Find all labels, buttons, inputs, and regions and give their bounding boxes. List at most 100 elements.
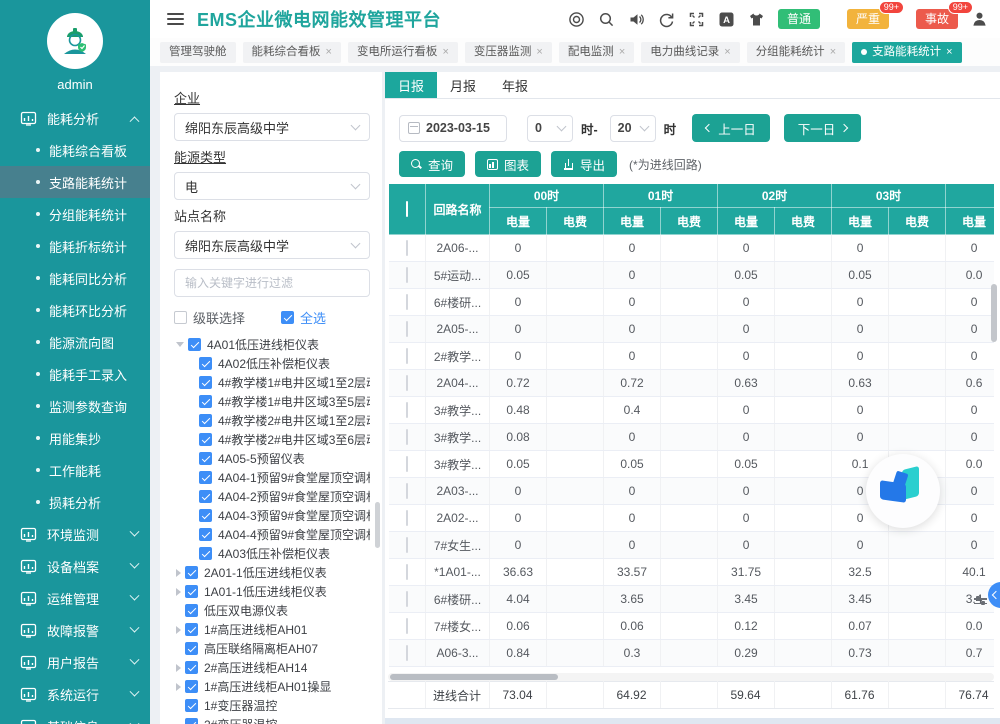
tree-caret-icon[interactable] (176, 664, 181, 672)
close-icon[interactable]: × (830, 42, 836, 63)
row-checkbox[interactable] (406, 564, 408, 580)
report-tab-1[interactable]: 月报 (437, 72, 489, 98)
tree-checkbox[interactable] (185, 566, 198, 579)
tree-node-17[interactable]: 2#高压进线柜AH14 (174, 658, 370, 677)
sidebar-subitem-0-6[interactable]: 能源流向图 (0, 326, 150, 358)
tree-node-5[interactable]: 4#教学楼2#电井区域3至6层动力仪表 (174, 430, 370, 449)
sidebar-subitem-0-0[interactable]: 能耗综合看板 (0, 134, 150, 166)
export-button[interactable]: 导出 (551, 151, 617, 177)
tree-checkbox[interactable] (199, 357, 212, 370)
sidebar-subitem-0-4[interactable]: 能耗同比分析 (0, 262, 150, 294)
tree-caret-icon[interactable] (176, 683, 181, 691)
window-tab-5[interactable]: 电力曲线记录× (641, 42, 739, 63)
tree-checkbox[interactable] (199, 528, 212, 541)
tree-node-8[interactable]: 4A04-2预留9#食堂屋顶空调机组仪表 (174, 487, 370, 506)
tree-checkbox[interactable] (188, 338, 201, 351)
tree-checkbox[interactable] (185, 642, 198, 655)
row-checkbox[interactable] (406, 510, 408, 526)
theme-icon[interactable] (568, 11, 585, 28)
sidebar-subitem-0-5[interactable]: 能耗环比分析 (0, 294, 150, 326)
date-picker[interactable]: 2023-03-15 (399, 115, 507, 142)
row-checkbox[interactable] (406, 456, 408, 472)
alarm-badge-accident[interactable]: 事故99+ (916, 9, 958, 29)
site-select[interactable]: 绵阳东辰高级中学 (174, 231, 370, 259)
column-adjust-icon[interactable] (974, 595, 987, 608)
volume-icon[interactable] (628, 11, 645, 28)
tree-node-1[interactable]: 4A02低压补偿柜仪表 (174, 354, 370, 373)
select-all-checkbox[interactable] (281, 311, 294, 324)
tree-node-16[interactable]: 高压联络隔离柜AH07 (174, 639, 370, 658)
sidebar-item-0[interactable]: 能耗分析 (0, 102, 150, 134)
tree-caret-icon[interactable] (176, 342, 184, 347)
hour-to-select[interactable]: 20 (610, 115, 656, 142)
tree-checkbox[interactable] (199, 395, 212, 408)
row-checkbox[interactable] (406, 294, 408, 310)
energy-type-select[interactable]: 电 (174, 172, 370, 200)
report-tab-2[interactable]: 年报 (489, 72, 541, 98)
tree-checkbox[interactable] (199, 547, 212, 560)
tree-node-15[interactable]: 1#高压进线柜AH01 (174, 620, 370, 639)
sidebar-item-2[interactable]: 设备档案 (0, 550, 150, 582)
tree-node-13[interactable]: 1A01-1低压进线柜仪表 (174, 582, 370, 601)
row-checkbox[interactable] (406, 402, 408, 418)
tree-checkbox[interactable] (199, 471, 212, 484)
tree-checkbox[interactable] (185, 718, 198, 724)
tree-checkbox[interactable] (185, 699, 198, 712)
fullscreen-icon[interactable] (688, 11, 705, 28)
chart-button[interactable]: 图表 (475, 151, 541, 177)
tree-node-19[interactable]: 1#变压器温控 (174, 696, 370, 715)
tree-node-18[interactable]: 1#高压进线柜AH01操显 (174, 677, 370, 696)
header-checkbox[interactable] (406, 201, 408, 217)
tree-node-4[interactable]: 4#教学楼2#电井区域1至2层动力仪表 (174, 411, 370, 430)
tree-checkbox[interactable] (185, 585, 198, 598)
tree-checkbox[interactable] (199, 376, 212, 389)
window-tab-3[interactable]: 变压器监测× (465, 42, 552, 63)
tree-node-9[interactable]: 4A04-3预留9#食堂屋顶空调机组仪表 (174, 506, 370, 525)
sidebar-item-7[interactable]: 基础信息 (0, 710, 150, 724)
filter-scrollbar[interactable] (375, 502, 380, 548)
todesk-floating-logo[interactable] (866, 454, 940, 528)
tree-node-14[interactable]: 低压双电源仪表 (174, 601, 370, 620)
row-checkbox[interactable] (406, 645, 408, 661)
window-tab-1[interactable]: 能耗综合看板× (243, 42, 341, 63)
close-icon[interactable]: × (326, 42, 332, 63)
sidebar-subitem-0-9[interactable]: 用能集抄 (0, 422, 150, 454)
report-tab-0[interactable]: 日报 (385, 72, 437, 98)
search-icon[interactable] (598, 11, 615, 28)
sidebar-subitem-0-11[interactable]: 损耗分析 (0, 486, 150, 518)
tshirt-icon[interactable] (748, 11, 765, 28)
sidebar-item-6[interactable]: 系统运行 (0, 678, 150, 710)
horizontal-scrollbar[interactable] (388, 673, 994, 681)
alarm-badge-severe[interactable]: 严重99+ (847, 9, 889, 29)
sidebar-subitem-0-1[interactable]: 支路能耗统计 (0, 166, 150, 198)
tree-checkbox[interactable] (199, 509, 212, 522)
tree-checkbox[interactable] (199, 433, 212, 446)
tree-checkbox[interactable] (185, 604, 198, 617)
window-tab-7[interactable]: 支路能耗统计× (852, 42, 961, 63)
tree-node-2[interactable]: 4#教学楼1#电井区域1至2层动力仪表 (174, 373, 370, 392)
sidebar-subitem-0-2[interactable]: 分组能耗统计 (0, 198, 150, 230)
tree-node-7[interactable]: 4A04-1预留9#食堂屋顶空调机组仪表 (174, 468, 370, 487)
user-icon[interactable] (971, 11, 988, 28)
next-day-button[interactable]: 下一日 (784, 114, 862, 142)
window-tab-2[interactable]: 变电所运行看板× (348, 42, 458, 63)
hour-from-select[interactable]: 0 (527, 115, 573, 142)
close-icon[interactable]: × (724, 42, 730, 63)
company-select[interactable]: 绵阳东辰高级中学 (174, 113, 370, 141)
sidebar-subitem-0-10[interactable]: 工作能耗 (0, 454, 150, 486)
tree-node-3[interactable]: 4#教学楼1#电井区域3至5层动力仪表 (174, 392, 370, 411)
tree-checkbox[interactable] (185, 661, 198, 674)
tree-caret-icon[interactable] (176, 569, 181, 577)
vertical-scrollbar[interactable] (991, 284, 997, 342)
sidebar-item-1[interactable]: 环境监测 (0, 518, 150, 550)
row-checkbox[interactable] (406, 321, 408, 337)
tree-checkbox[interactable] (185, 680, 198, 693)
tree-checkbox[interactable] (199, 490, 212, 503)
sidebar-item-4[interactable]: 故障报警 (0, 614, 150, 646)
sidebar-subitem-0-3[interactable]: 能耗折标统计 (0, 230, 150, 262)
row-checkbox[interactable] (406, 483, 408, 499)
sidebar-subitem-0-7[interactable]: 能耗手工录入 (0, 358, 150, 390)
sidebar-item-3[interactable]: 运维管理 (0, 582, 150, 614)
close-icon[interactable]: × (619, 42, 625, 63)
row-checkbox[interactable] (406, 267, 408, 283)
